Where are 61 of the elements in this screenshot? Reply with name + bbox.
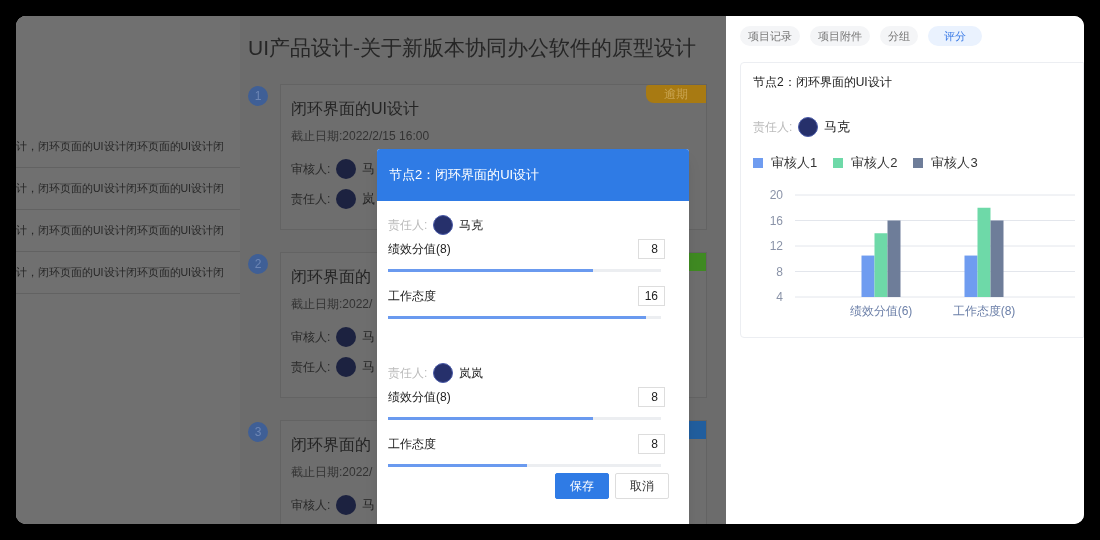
- legend-label: 审核人3: [931, 154, 978, 172]
- save-button[interactable]: 保存: [555, 473, 609, 499]
- slider-fill[interactable]: [388, 417, 593, 420]
- person-name: 岚: [362, 189, 376, 208]
- avatar: [433, 363, 454, 383]
- person-name: 马克: [824, 118, 851, 137]
- tab[interactable]: 项目附件: [810, 26, 870, 46]
- list-item[interactable]: 计，闭环页面的UI设计闭环页面的UI设计闭: [16, 138, 224, 155]
- slider-fill[interactable]: [388, 269, 593, 272]
- person-name: 马: [362, 159, 376, 178]
- person-name: 马: [362, 327, 376, 346]
- node-title: 闭环界面的: [291, 266, 371, 287]
- list-item[interactable]: 计，闭环页面的UI设计闭环页面的UI设计闭: [16, 222, 224, 239]
- person-label: 责任人:: [291, 358, 331, 376]
- avatar: [336, 326, 357, 347]
- avatar: [433, 215, 454, 235]
- person-name: 岚岚: [459, 365, 484, 382]
- score-label: 绩效分值(8): [388, 241, 451, 258]
- person-label: 责任人:: [388, 217, 428, 234]
- node-title: 闭环界面的: [291, 434, 371, 455]
- dialog-title: 节点2：闭环界面的UI设计: [389, 166, 540, 185]
- tab[interactable]: 分组: [880, 26, 918, 46]
- node-title: 闭环界面的UI设计: [291, 98, 419, 119]
- person-label: 审核人:: [291, 160, 331, 178]
- y-tick-label: 20: [769, 187, 783, 202]
- list-item[interactable]: 计，闭环页面的UI设计闭环页面的UI设计闭: [16, 264, 224, 281]
- person-name: 马: [362, 357, 376, 376]
- score-label: 工作态度: [388, 288, 436, 305]
- legend-label: 审核人1: [771, 154, 818, 172]
- tab[interactable]: 项目记录: [740, 26, 800, 46]
- score-input[interactable]: 8: [638, 239, 665, 259]
- card-title: 节点2：闭环界面的UI设计: [753, 74, 893, 91]
- avatar: [336, 188, 357, 209]
- x-tick-label: 绩效分值(6): [849, 303, 913, 318]
- avatar: [336, 494, 357, 515]
- score-label: 绩效分值(8): [388, 389, 451, 406]
- y-tick-label: 16: [769, 213, 783, 227]
- score-input[interactable]: 8: [638, 434, 665, 454]
- y-tick-label: 8: [776, 264, 783, 278]
- person-label: 责任人:: [388, 365, 428, 382]
- person-name: 马克: [459, 217, 484, 234]
- person-label: 责任人:: [753, 119, 793, 136]
- y-tick-label: 12: [769, 238, 783, 253]
- score-input[interactable]: 16: [638, 286, 665, 306]
- legend-label: 审核人2: [851, 154, 898, 172]
- person-label: 审核人:: [291, 496, 331, 514]
- avatar: [336, 158, 357, 179]
- avatar: [798, 117, 819, 137]
- person-label: 审核人:: [291, 328, 331, 346]
- person-label: 责任人:: [291, 190, 331, 208]
- score-label: 工作态度: [388, 436, 436, 453]
- tab[interactable]: 评分: [928, 26, 982, 46]
- person-name: 马: [362, 495, 376, 514]
- avatar: [336, 356, 357, 377]
- y-tick-label: 4: [776, 289, 783, 304]
- cancel-button[interactable]: 取消: [615, 473, 669, 499]
- slider-fill[interactable]: [388, 464, 528, 467]
- score-input[interactable]: 8: [638, 387, 665, 407]
- list-item[interactable]: 计，闭环页面的UI设计闭环页面的UI设计闭: [16, 180, 224, 197]
- page-title: UI产品设计-关于新版本协同办公软件的原型设计: [248, 35, 697, 61]
- x-tick-label: 工作态度(8): [952, 303, 1016, 318]
